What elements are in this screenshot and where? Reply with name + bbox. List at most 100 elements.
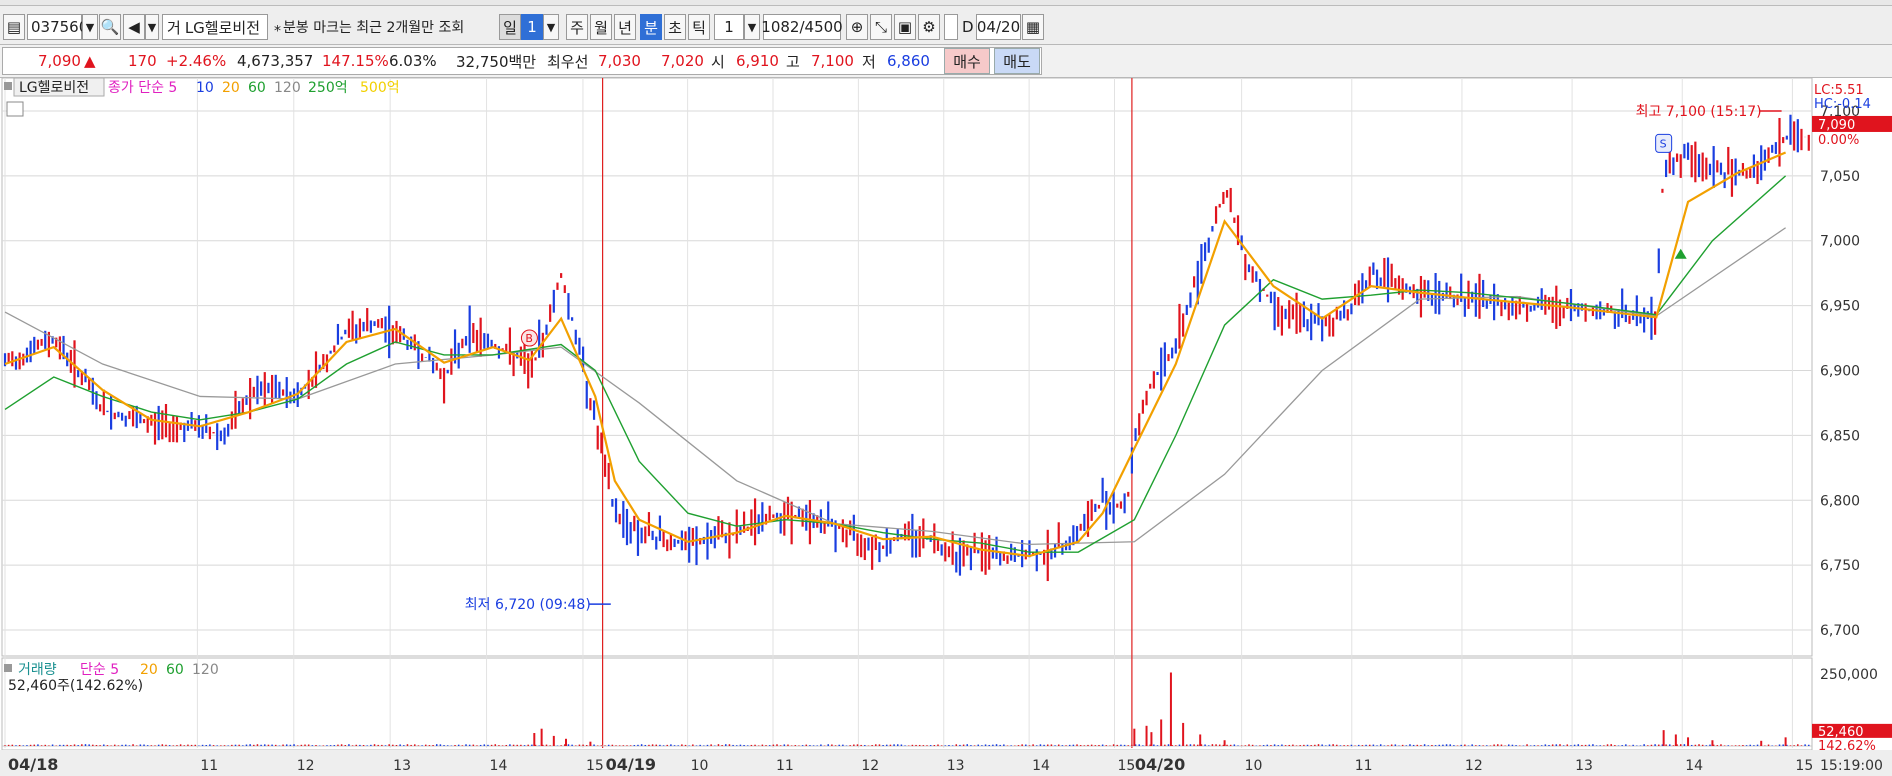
volume-current-label: 52,460 [1818, 725, 1864, 740]
turnover-rate: 6.03% [389, 52, 437, 70]
interval-dropdown-icon[interactable]: ▼ [744, 14, 760, 40]
high-annotation: 최고 7,100 (15:17) [1636, 104, 1762, 120]
period-year[interactable]: 년 [614, 14, 636, 40]
d-checkbox[interactable] [944, 14, 958, 40]
legend-item: 120 [274, 80, 301, 96]
period-interval[interactable]: 1 [521, 14, 543, 40]
menu-icon[interactable]: ▤ [3, 14, 25, 40]
period-second[interactable]: 초 [664, 14, 686, 40]
x-tick-label: 13 [947, 758, 965, 774]
stock-name: LG헬로비전 [184, 18, 260, 37]
x-tick-label: 15 [1795, 758, 1813, 774]
best-quote-label: 최우선 [547, 52, 589, 71]
volume-legend-item: 거래량 [18, 662, 57, 678]
x-tick-label: 15 [1117, 758, 1135, 774]
legend-item: 10 [196, 80, 214, 96]
volume-legend-item: 60 [166, 662, 184, 678]
table-icon [6, 101, 24, 117]
chart-area[interactable]: 7,1007,0507,0006,9506,9006,8506,8006,750… [0, 78, 1892, 776]
sell-button[interactable]: 매도 [994, 48, 1040, 74]
x-tick-label: 04/18 [8, 755, 58, 774]
open-price: 6,910 [736, 52, 779, 70]
x-tick-label: 10 [1245, 758, 1263, 774]
current-pct-label: 0.00% [1818, 133, 1859, 148]
price-change-pct: +2.46% [166, 52, 227, 70]
lc-label: LC:5.51 [1814, 83, 1864, 98]
zoom-out-icon[interactable]: ⤡ [870, 14, 892, 40]
low-annotation: 최저 6,720 (09:48) [465, 597, 591, 613]
period-dropdown-icon[interactable]: ▼ [543, 14, 559, 40]
x-tick-label: 13 [1575, 758, 1593, 774]
y-tick-label: 6,800 [1820, 493, 1860, 509]
sound-icon[interactable]: ◀ [123, 14, 145, 40]
x-tick-label: 04/19 [606, 755, 656, 774]
legend-item: 500억 [360, 80, 400, 96]
period-month[interactable]: 월 [590, 14, 612, 40]
legend-bullet [4, 82, 12, 90]
settings-icon[interactable]: ⚙ [918, 14, 940, 40]
price-change: 170 [128, 52, 157, 70]
price-panel [1, 78, 1813, 657]
x-tick-label: 13 [393, 758, 411, 774]
interval-input[interactable]: 1 [714, 14, 744, 40]
x-tick-label: 14 [490, 758, 508, 774]
volume-legend-item: 120 [192, 662, 219, 678]
notice-text: ⁎ 분봉 마크는 최근 2개월만 조회 [274, 19, 465, 36]
legend-item: 60 [248, 80, 266, 96]
volume-legend-value: 52,460주(142.62%) [8, 678, 143, 694]
x-tick-label: 04/20 [1135, 755, 1185, 774]
sound-dropdown-icon[interactable]: ▼ [145, 14, 159, 40]
buy-button[interactable]: 매수 [944, 48, 990, 74]
period-tick[interactable]: 틱 [688, 14, 710, 40]
volume-panel [1, 657, 1813, 751]
x-tick-label: 11 [200, 758, 218, 774]
x-tick-label: 12 [1465, 758, 1483, 774]
legend-stock-name: LG헬로비전 [19, 80, 89, 96]
code-dropdown-icon[interactable]: ▼ [82, 14, 98, 40]
y-tick-label: 7,000 [1820, 234, 1860, 250]
period-week[interactable]: 주 [566, 14, 588, 40]
stock-code-input[interactable]: 037560 [27, 14, 88, 40]
period-day[interactable]: 일 [499, 14, 521, 40]
x-tick-label: 14 [1032, 758, 1050, 774]
volume-value: 4,673,357 [237, 52, 314, 70]
y-tick-label: 7,050 [1820, 169, 1860, 185]
legend-item: 종가 단순 5 [108, 80, 177, 96]
zoom-in-icon[interactable]: ⊕ [846, 14, 868, 40]
save-icon[interactable]: ▣ [894, 14, 916, 40]
time-label: 15:19:00 [1820, 758, 1883, 774]
y-tick-label: 6,750 [1820, 558, 1860, 574]
buy-marker-label: B [525, 332, 533, 345]
x-tick-label: 11 [776, 758, 794, 774]
x-tick-label: 15 [586, 758, 604, 774]
d-label: D [962, 18, 974, 36]
count-field[interactable]: 1082/4500 [761, 14, 843, 40]
search-icon[interactable]: 🔍 [99, 14, 121, 40]
toolbar: ▤ 037560 ▼ 🔍 ◀ ▼ 거 LG헬로비전 ⁎ 분봉 마크는 최근 2개월… [0, 6, 1892, 45]
volume-legend-item: 단순 5 [80, 662, 119, 678]
grid [0, 78, 1892, 776]
up-arrow-icon: ▲ [83, 52, 96, 70]
high-label: 고 [786, 52, 800, 71]
volume-legend-bullet [4, 664, 12, 672]
low-label: 저 [862, 52, 876, 71]
current-price-label: 7,090 [1818, 118, 1855, 133]
quote-bar: 7,090 ▲ 170 +2.46% 4,673,357 147.15% 6.03… [0, 45, 1892, 78]
y-tick-label: 6,850 [1820, 428, 1860, 444]
period-minute[interactable]: 분 [640, 14, 662, 40]
low-price: 6,860 [887, 52, 930, 70]
date-input[interactable]: 04/20 [976, 14, 1021, 40]
y-tick-label: 6,950 [1820, 299, 1860, 315]
calendar-icon[interactable]: ▦ [1022, 14, 1044, 40]
notice-icon: ⁎ [274, 19, 281, 35]
volume-y-tick: 250,000 [1820, 667, 1878, 683]
volume-legend-item: 20 [140, 662, 158, 678]
legend-item: 20 [222, 80, 240, 96]
current-price: 7,090 ▲ [38, 52, 96, 70]
sell-marker-label: S [1660, 137, 1667, 150]
stock-name-field[interactable]: 거 LG헬로비전 [162, 14, 268, 40]
open-label: 시 [711, 52, 725, 71]
hc-label: HC:-0.14 [1814, 97, 1871, 112]
y-tick-label: 6,700 [1820, 623, 1860, 639]
volume-ratio: 147.15% [322, 52, 389, 70]
